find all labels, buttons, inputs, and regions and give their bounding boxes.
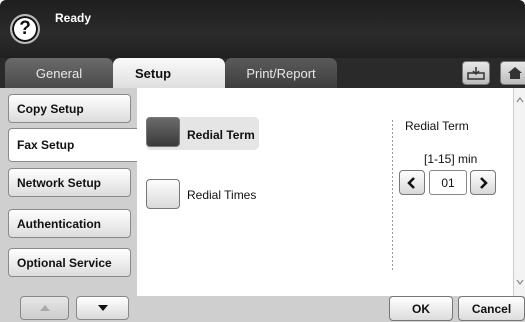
- detail-title: Redial Term: [405, 119, 469, 133]
- detail-range: [1-15] min: [424, 152, 478, 166]
- chevron-down-icon: [516, 279, 524, 285]
- tab-general[interactable]: General: [5, 58, 113, 88]
- increment-button[interactable]: [470, 170, 496, 195]
- arrow-left-icon: [407, 176, 415, 189]
- scrollbar[interactable]: [513, 88, 525, 296]
- redial-term-value[interactable]: 01: [429, 170, 467, 195]
- redial-term-option-button[interactable]: [146, 117, 180, 147]
- menu-up-button[interactable]: [20, 296, 69, 320]
- arrow-down-icon: [97, 305, 108, 311]
- cancel-button[interactable]: Cancel: [458, 296, 525, 321]
- arrow-right-icon: [480, 176, 488, 189]
- redial-times-option-button[interactable]: [146, 179, 180, 209]
- redial-term-stepper: 01: [399, 170, 496, 195]
- sidebar-item-copy-setup[interactable]: Copy Setup: [8, 94, 131, 123]
- tray-button[interactable]: [462, 61, 490, 85]
- redial-term-label: Redial Term: [187, 128, 255, 142]
- sidebar: Copy Setup Fax Setup Network Setup Authe…: [0, 88, 137, 296]
- scroll-up-button[interactable]: [515, 94, 525, 106]
- arrow-up-icon: [39, 305, 50, 311]
- bottom-bar: OK Cancel: [0, 296, 525, 322]
- sidebar-item-authentication[interactable]: Authentication: [8, 209, 131, 238]
- help-icon: ?: [19, 18, 31, 39]
- sidebar-item-optional-service[interactable]: Optional Service: [8, 248, 131, 277]
- home-icon: [508, 67, 522, 79]
- tab-setup[interactable]: Setup: [113, 58, 225, 88]
- decrement-button[interactable]: [399, 170, 425, 195]
- status-bar: ? Ready: [0, 0, 525, 58]
- sidebar-item-network-setup[interactable]: Network Setup: [8, 168, 131, 197]
- home-button[interactable]: [500, 61, 525, 85]
- main-content: Redial Term Redial Times Redial Term [1-…: [137, 88, 513, 296]
- divider: [392, 120, 393, 270]
- tab-print-report[interactable]: Print/Report: [225, 58, 337, 88]
- help-button[interactable]: ?: [10, 14, 40, 44]
- scroll-down-button[interactable]: [515, 276, 525, 288]
- sidebar-item-fax-setup[interactable]: Fax Setup: [8, 128, 137, 162]
- redial-times-label: Redial Times: [187, 188, 257, 202]
- chevron-up-icon: [516, 97, 524, 103]
- tab-bar: General Setup Print/Report: [0, 58, 525, 88]
- menu-down-button[interactable]: [76, 296, 129, 320]
- status-text: Ready: [55, 11, 92, 25]
- tray-icon: [467, 67, 485, 80]
- ok-button[interactable]: OK: [389, 296, 453, 321]
